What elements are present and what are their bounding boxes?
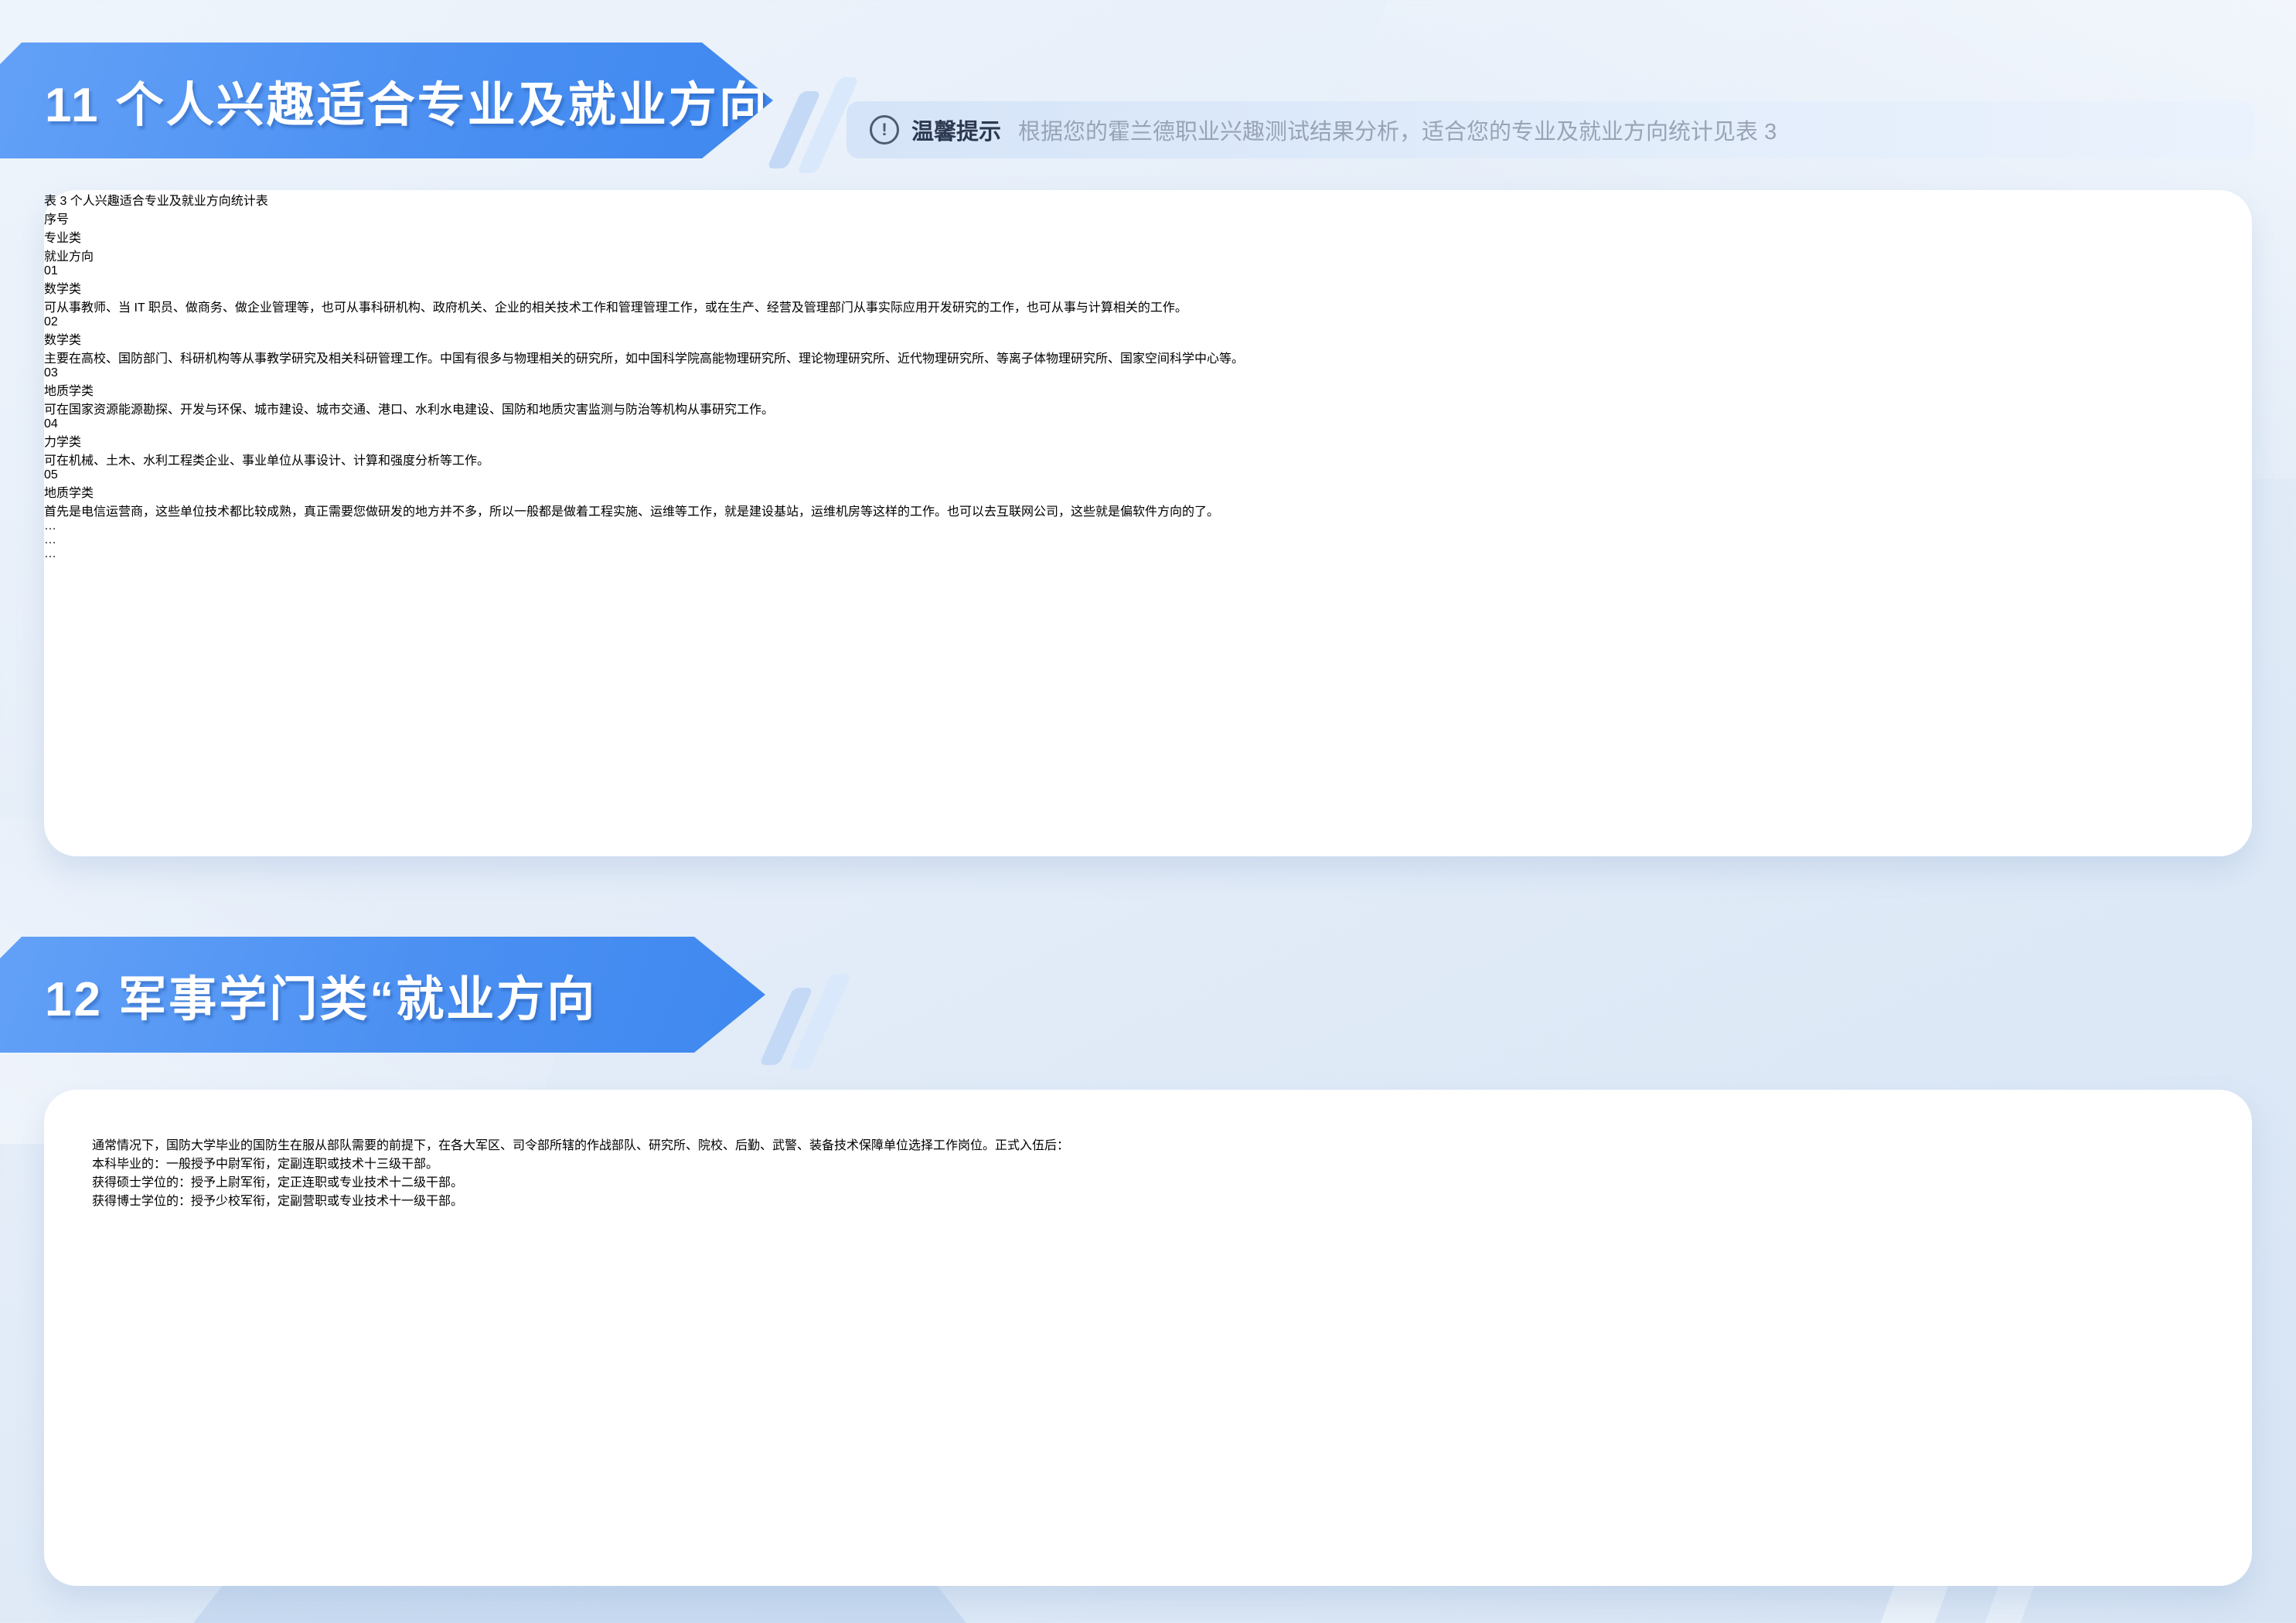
paragraph-text: 选择工作岗位。正式入伍后： <box>908 1139 1069 1152</box>
table-row: 03 地质学类 可在国家资源能源勘探、开发与环保、城市建设、城市交通、港口、水利… <box>44 366 2252 417</box>
table-header-no: 序号 <box>44 209 2252 227</box>
table-header-direction: 就业方向 <box>44 246 2252 264</box>
cell-major: … <box>44 533 2252 547</box>
cell-direction: … <box>44 547 2252 561</box>
cell-direction: 可从事教师、当 IT 职员、做商务、做企业管理等，也可从事科研机构、政府机关、企… <box>44 297 2252 315</box>
section-12-title: 12 军事学门类“就业方向 <box>0 960 597 1029</box>
cell-no: 05 <box>44 468 2252 482</box>
table-header-major: 专业类 <box>44 227 2252 246</box>
info-icon: ! <box>870 115 899 145</box>
cell-major: 数学类 <box>44 329 2252 348</box>
paragraph-text: 通常情况下，国防大学毕业的国防生在服从部队需要的前提下，在各大军区、司令部所辖的 <box>92 1139 587 1152</box>
bullet-text: 获得博士学位的：授予少校军衔，定副营职或专业技术十一级干部。 <box>92 1195 463 1208</box>
table-badge-title: 表 3 个人兴趣适合专业及就业方向统计表 <box>44 195 268 208</box>
cell-major: 力学类 <box>44 431 2252 450</box>
cell-major: 数学类 <box>44 278 2252 297</box>
tip-text: 根据您的霍兰德职业兴趣测试结果分析，适合您的专业及就业方向统计见表 3 <box>1018 114 1777 146</box>
rank-bullet-list: 本科毕业的：一般授予中尉军衔，定副连职或技术十三级干部。 获得硕士学位的：授予上… <box>92 1153 2204 1209</box>
table-row-ellipsis: … … … <box>44 519 2252 561</box>
cell-no: 04 <box>44 417 2252 431</box>
cell-major: 地质学类 <box>44 380 2252 399</box>
cell-no: 03 <box>44 366 2252 380</box>
table-badge: 表 3 个人兴趣适合专业及就业方向统计表 <box>44 190 2252 209</box>
list-item: 本科毕业的：一般授予中尉军衔，定副连职或技术十三级干部。 <box>92 1153 2204 1172</box>
list-item: 获得硕士学位的：授予上尉军衔，定正连职或专业技术十二级干部。 <box>92 1172 2204 1190</box>
cell-no: 02 <box>44 315 2252 329</box>
section-11-title: 11 个人兴趣适合专业及就业方向 <box>0 66 769 135</box>
table-row: 01 数学类 可从事教师、当 IT 职员、做商务、做企业管理等，也可从事科研机构… <box>44 264 2252 315</box>
military-direction-card: 通常情况下，国防大学毕业的国防生在服从部队需要的前提下，在各大军区、司令部所辖的… <box>44 1090 2252 1586</box>
interest-majors-card: 表 3 个人兴趣适合专业及就业方向统计表 序号 专业类 就业方向 01 数学类 … <box>44 190 2252 856</box>
majors-table: 序号 专业类 就业方向 01 数学类 可从事教师、当 IT 职员、做商务、做企业… <box>44 209 2252 561</box>
tip-label: 温馨提示 <box>911 114 1001 146</box>
cell-direction: 可在国家资源能源勘探、开发与环保、城市建设、城市交通、港口、水利水电建设、国防和… <box>44 399 2252 417</box>
cell-direction: 首先是电信运营商，这些单位技术都比较成熟，真正需要您做研发的地方并不多，所以一般… <box>44 501 2252 519</box>
military-paragraph: 通常情况下，国防大学毕业的国防生在服从部队需要的前提下，在各大军区、司令部所辖的… <box>92 1135 2204 1153</box>
table-row: 04 力学类 可在机械、土木、水利工程类企业、事业单位从事设计、计算和强度分析等… <box>44 417 2252 468</box>
cell-major: 地质学类 <box>44 482 2252 501</box>
table-header-row: 序号 专业类 就业方向 <box>44 209 2252 264</box>
list-item: 获得博士学位的：授予少校军衔，定副营职或专业技术十一级干部。 <box>92 1190 2204 1209</box>
table-row: 02 数学类 主要在高校、国防部门、科研机构等从事教学研究及相关科研管理工作。中… <box>44 315 2252 366</box>
cell-direction: 可在机械、土木、水利工程类企业、事业单位从事设计、计算和强度分析等工作。 <box>44 450 2252 468</box>
cell-no: … <box>44 519 2252 533</box>
tip-bar: ! 温馨提示 根据您的霍兰德职业兴趣测试结果分析，适合您的专业及就业方向统计见表… <box>847 101 2255 158</box>
bullet-text: 获得硕士学位的：授予上尉军衔，定正连职或专业技术十二级干部。 <box>92 1176 463 1189</box>
table-body: 01 数学类 可从事教师、当 IT 职员、做商务、做企业管理等，也可从事科研机构… <box>44 264 2252 561</box>
section-11-banner: 11 个人兴趣适合专业及就业方向 <box>0 43 773 158</box>
cell-direction: 主要在高校、国防部门、科研机构等从事教学研究及相关科研管理工作。中国有很多与物理… <box>44 348 2252 366</box>
bullet-text: 本科毕业的：一般授予中尉军衔，定副连职或技术十三级干部。 <box>92 1158 438 1171</box>
table-row: 05 地质学类 首先是电信运营商，这些单位技术都比较成熟，真正需要您做研发的地方… <box>44 468 2252 519</box>
cell-no: 01 <box>44 264 2252 278</box>
highlight-link-text[interactable]: 作战部队、研究所、院校、后勤、武警、装备技术保障单位 <box>587 1139 908 1152</box>
section-12-banner: 12 军事学门类“就业方向 <box>0 937 765 1053</box>
